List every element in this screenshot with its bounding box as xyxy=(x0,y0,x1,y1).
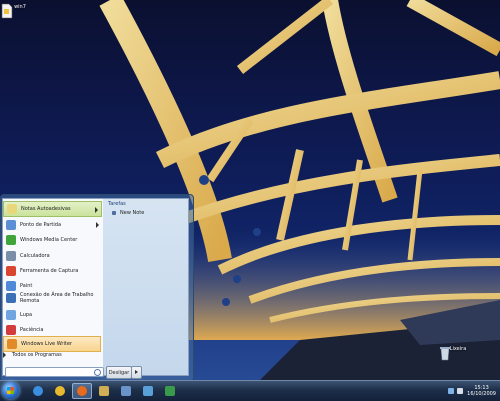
program-item-label: Conexão de Área de Trabalho Remota xyxy=(20,292,94,304)
program-item-calculator[interactable]: Calculadora xyxy=(3,248,102,264)
all-programs-button[interactable]: Todos os Programas xyxy=(3,352,62,358)
shutdown-label: Desligar xyxy=(108,369,130,376)
program-item-remote-desktop[interactable]: Conexão de Área de Trabalho Remota xyxy=(3,290,102,306)
live-writer-icon xyxy=(7,339,17,349)
taskbar-button-firefox[interactable] xyxy=(72,383,92,399)
program-item-live-writer[interactable]: Windows Live Writer xyxy=(3,336,101,352)
solitaire-icon xyxy=(6,325,16,335)
snipping-tool-icon xyxy=(6,266,16,276)
program-item-label: Ferramenta de Captura xyxy=(20,268,79,274)
getting-started-icon xyxy=(6,220,16,230)
program-item-magnifier[interactable]: Lupa xyxy=(3,307,102,323)
program-item-label: Windows Live Writer xyxy=(21,341,72,347)
clock[interactable]: 15:13 16/10/2009 xyxy=(467,385,496,397)
windows-update-icon xyxy=(121,386,131,396)
desktop-icon-win7[interactable]: win7 xyxy=(0,3,40,19)
start-menu-jumplist-pane xyxy=(103,198,189,376)
new-note-icon xyxy=(112,211,116,215)
volume-icon[interactable] xyxy=(457,388,464,394)
taskbar-button-display[interactable] xyxy=(138,383,158,399)
jumplist-item-label: New Note xyxy=(120,210,145,216)
calculator-icon xyxy=(6,251,16,261)
program-item-label: Notas Autoadesivas xyxy=(21,206,71,212)
explorer-icon xyxy=(99,386,109,396)
desktop-icon-recycle-bin[interactable]: Lixeira xyxy=(438,345,478,361)
chevron-right-icon[interactable] xyxy=(96,222,99,228)
remote-desktop-icon xyxy=(6,293,16,303)
jumplist-item-new-note[interactable]: New Note xyxy=(112,210,144,216)
display-icon xyxy=(143,386,153,396)
chrome-icon xyxy=(55,386,65,396)
taskbar: 15:13 16/10/2009 xyxy=(0,380,500,401)
magnifier-icon xyxy=(6,310,16,320)
taskbar-button-media-player[interactable] xyxy=(160,383,180,399)
file-icon xyxy=(1,3,13,19)
shutdown-options-button[interactable] xyxy=(131,366,142,379)
media-player-icon xyxy=(165,386,175,396)
firefox-icon xyxy=(77,386,87,396)
jumplist-heading: Tarefas xyxy=(108,201,126,207)
internet-explorer-icon xyxy=(33,386,43,396)
network-icon[interactable] xyxy=(448,388,455,394)
program-item-label: Paint xyxy=(20,283,33,289)
search-icon xyxy=(94,369,101,376)
taskbar-button-chrome[interactable] xyxy=(50,383,70,399)
taskbar-button-explorer[interactable] xyxy=(94,383,114,399)
all-programs-label: Todos os Programas xyxy=(12,352,62,358)
program-item-label: Calculadora xyxy=(20,253,50,259)
clock-date: 16/10/2009 xyxy=(467,391,496,397)
chevron-right-icon[interactable] xyxy=(95,207,98,213)
taskbar-button-windows-update[interactable] xyxy=(116,383,136,399)
search-box xyxy=(5,367,104,386)
program-item-sticky-notes[interactable]: Notas Autoadesivas xyxy=(3,201,102,217)
program-item-snipping-tool[interactable]: Ferramenta de Captura xyxy=(3,263,102,279)
sticky-notes-icon xyxy=(7,204,17,214)
program-item-media-center[interactable]: Windows Media Center xyxy=(3,232,102,248)
chevron-right-icon xyxy=(3,352,6,358)
taskbar-button-internet-explorer[interactable] xyxy=(28,383,48,399)
media-center-icon xyxy=(6,235,16,245)
shutdown-button[interactable]: Desligar xyxy=(106,366,132,379)
program-item-label: Lupa xyxy=(20,312,33,318)
start-button[interactable] xyxy=(2,382,19,399)
recycle-bin-icon xyxy=(440,347,450,361)
program-item-label: Paciência xyxy=(20,327,44,333)
system-tray: 15:13 16/10/2009 xyxy=(445,382,496,400)
windows-logo-icon xyxy=(7,387,14,394)
program-item-getting-started[interactable]: Ponto de Partida xyxy=(3,217,102,233)
program-item-label: Windows Media Center xyxy=(20,237,78,243)
program-item-label: Ponto de Partida xyxy=(20,222,62,228)
